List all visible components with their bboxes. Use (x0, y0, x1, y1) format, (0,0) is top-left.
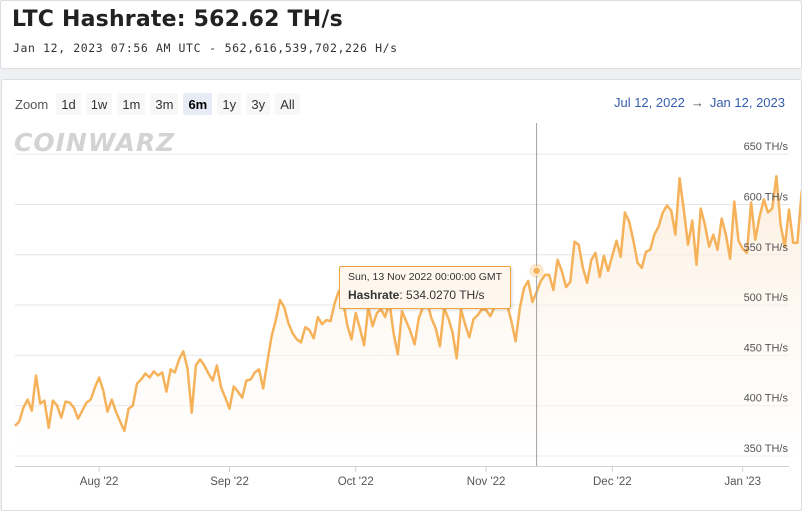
coinwarz-watermark: COINWARZ (14, 128, 176, 157)
zoom-button-1y[interactable]: 1y (217, 93, 242, 115)
tooltip-row: Hashrate: 534.0270 TH/s (348, 288, 485, 302)
page-title: LTC Hashrate: 562.62 TH/s (12, 7, 343, 32)
y-tick-label: 350 TH/s (744, 443, 789, 455)
x-tick-label: Nov '22 (467, 476, 506, 488)
tooltip-value: 534.0270 TH/s (406, 288, 485, 302)
series-area (15, 176, 801, 466)
y-tick-label: 450 TH/s (744, 342, 789, 354)
y-tick-label: 400 TH/s (744, 393, 789, 405)
zoom-button-6m[interactable]: 6m (183, 93, 213, 115)
zoom-button-all[interactable]: All (275, 93, 300, 115)
separator: - (209, 41, 217, 55)
tooltip-series-label: Hashrate (348, 288, 400, 302)
tooltip-date: Sun, 13 Nov 2022 00:00:00 GMT (348, 271, 503, 283)
y-tick-label: 550 TH/s (744, 242, 789, 254)
timestamp: Jan 12, 2023 07:56 AM UTC (13, 41, 202, 55)
range-from[interactable]: Jul 12, 2022 (614, 95, 685, 110)
x-tick-label: Oct '22 (338, 476, 374, 488)
chart-card: Aug '22 Sep '22 Oct '22 Nov '22 Dec '22 Jan '… (1, 79, 802, 511)
x-tick-label: Sep '22 (210, 476, 249, 488)
zoom-label: Zoom (15, 96, 49, 112)
zoom-bar: Zoom 1d 1w 1m 3m 6m 1y 3y All (15, 92, 300, 116)
zoom-button-1d[interactable]: 1d (56, 93, 81, 115)
hover-point (532, 266, 542, 276)
y-tick-label: 650 TH/s (744, 141, 789, 153)
zoom-button-3m[interactable]: 3m (150, 93, 179, 115)
x-tick-label: Aug '22 (80, 476, 119, 488)
timestamp-line: Jan 12, 2023 07:56 AM UTC -562,616,539,70… (13, 41, 398, 55)
raw-hashrate: 562,616,539,702,226 H/s (224, 41, 398, 55)
y-tick-label: 500 TH/s (744, 292, 789, 304)
chart-tooltip: Sun, 13 Nov 2022 00:00:00 GMT Hashrate: … (339, 266, 512, 309)
x-tick-label: Jan '23 (724, 476, 761, 488)
x-tick-label: Dec '22 (593, 476, 632, 488)
header-card: LTC Hashrate: 562.62 TH/s Jan 12, 2023 0… (0, 0, 802, 69)
date-range: Jul 12, 2022 → Jan 12, 2023 (614, 95, 785, 110)
zoom-button-3y[interactable]: 3y (246, 93, 271, 115)
range-to[interactable]: Jan 12, 2023 (710, 95, 785, 110)
y-tick-label: 600 TH/s (744, 191, 789, 203)
zoom-button-1m[interactable]: 1m (117, 93, 146, 115)
range-arrow-icon: → (690, 95, 704, 110)
zoom-button-1w[interactable]: 1w (85, 93, 113, 115)
